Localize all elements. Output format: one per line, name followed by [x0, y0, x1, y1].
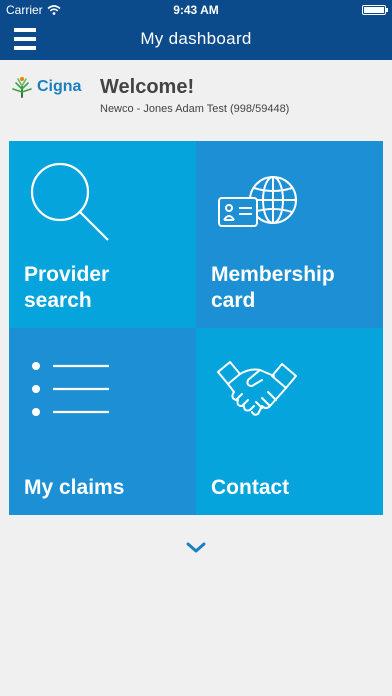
tile-label: My claims	[24, 476, 125, 499]
list-icon	[32, 362, 109, 416]
tile-contact[interactable]: Contact	[196, 328, 383, 515]
nav-bar: My dashboard	[0, 20, 392, 60]
status-time: 9:43 AM	[173, 3, 219, 17]
cigna-logo: Cigna	[10, 75, 81, 99]
tile-label: Contact	[211, 476, 290, 499]
dashboard-screen: Carrier 9:43 AM My dashboard Cigna Welco…	[0, 0, 392, 696]
tile-label: Membership card	[211, 263, 335, 312]
chevron-down-icon[interactable]	[186, 542, 206, 554]
welcome-subtitle: Newco - Jones Adam Test (998/59448)	[100, 103, 290, 115]
tile-membership-card[interactable]: Membership card	[196, 141, 383, 328]
search-icon	[30, 162, 109, 241]
brand-name: Cigna	[37, 78, 82, 95]
tile-label: Provider search	[24, 263, 110, 312]
tree-of-life-icon	[12, 77, 32, 98]
welcome-section: Cigna Welcome! Newco - Jones Adam Test (…	[0, 60, 392, 140]
page-title: My dashboard	[140, 29, 252, 48]
battery-icon	[362, 5, 388, 15]
tile-my-claims[interactable]: My claims	[9, 328, 196, 515]
status-bar: Carrier 9:43 AM	[0, 0, 392, 20]
id-card-globe-icon	[218, 176, 297, 227]
dashboard-grid: Provider search Membership card My claim…	[9, 141, 383, 515]
welcome-title: Welcome!	[100, 76, 195, 98]
tile-provider-search[interactable]: Provider search	[9, 141, 196, 328]
top-bar: Carrier 9:43 AM My dashboard	[0, 0, 392, 60]
handshake-icon	[217, 361, 297, 416]
